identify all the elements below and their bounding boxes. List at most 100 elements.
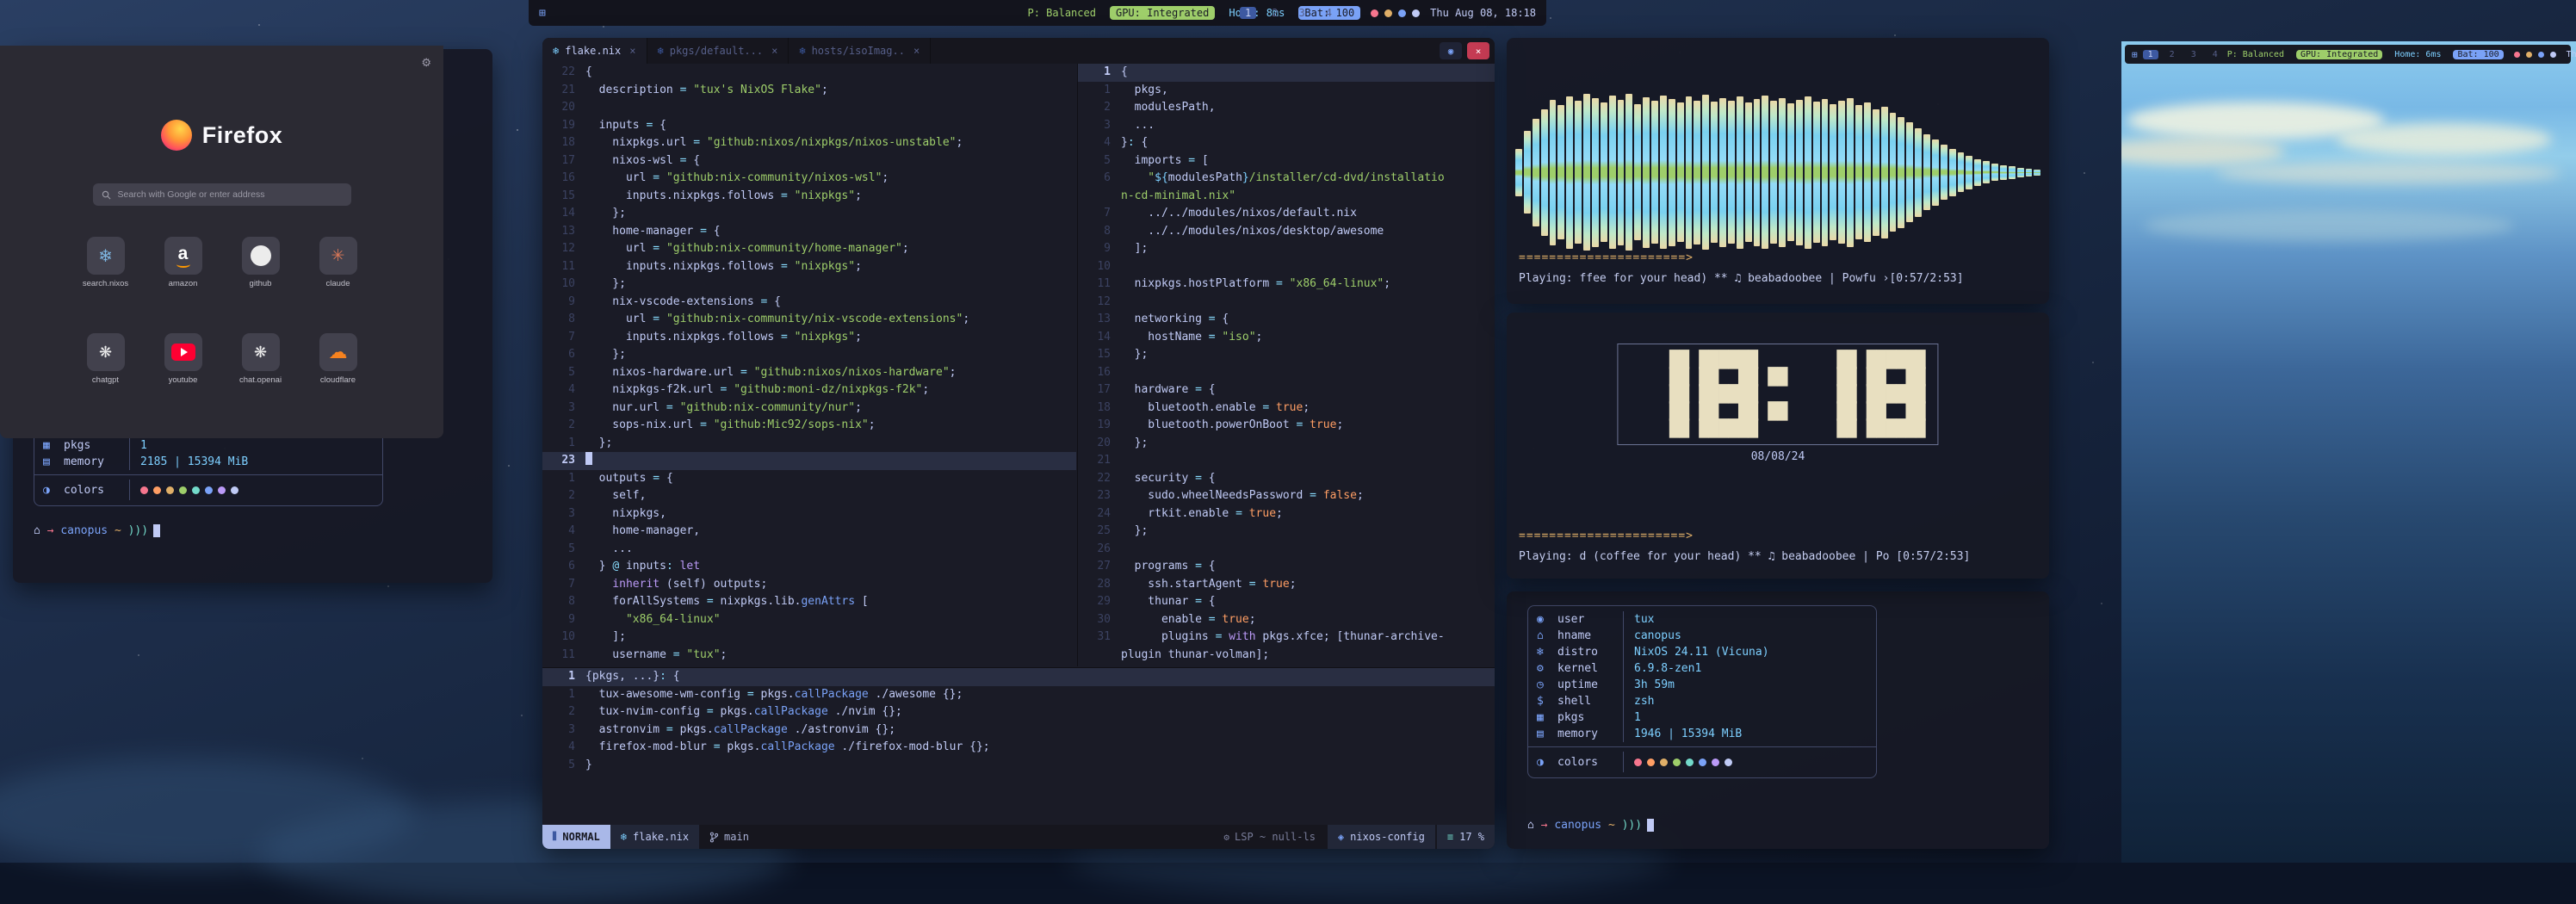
pkgs-icon: ▦ xyxy=(1537,709,1557,726)
token: "github:moni-dz/nixpkgs-f2k" xyxy=(734,383,922,396)
tray-icon[interactable] xyxy=(1371,9,1378,17)
editor-pane-flake-nix[interactable]: 22{21 description = "tux's NixOS Flake";… xyxy=(542,64,1076,666)
newtab-search-input[interactable]: Search with Google or enter address xyxy=(93,183,351,206)
tag-4[interactable]: 4 xyxy=(2208,50,2223,59)
tray-icon[interactable] xyxy=(2514,52,2520,58)
cloud-decoration xyxy=(2121,138,2285,165)
cava-bar xyxy=(1719,98,1726,247)
tag-2[interactable]: 2 xyxy=(1266,7,1283,19)
clock-widget[interactable]: Thu Aug 08, 18:18 xyxy=(2567,50,2576,59)
line-text: }; xyxy=(585,276,626,294)
shortcut-tile-chatgpt[interactable]: ❋chatgpt xyxy=(77,333,134,385)
line-number: 1 xyxy=(1078,64,1121,82)
line-number: 6 xyxy=(542,558,585,576)
tray-icon[interactable] xyxy=(1384,9,1392,17)
tag-3[interactable]: 3 xyxy=(1293,7,1310,19)
line-text: tux-awesome-wm-config = pkgs.callPackage… xyxy=(585,686,963,704)
token: ; xyxy=(869,418,876,431)
neovim-window[interactable]: ❄flake.nix×❄pkgs/default...×❄hosts/isoIm… xyxy=(542,38,1495,849)
terminal-cava-visualizer[interactable]: ======================> Playing: ffee fo… xyxy=(1507,38,2049,304)
line-text: sops-nix.url = "github:Mic92/sops-nix"; xyxy=(585,417,876,435)
shortcut-tile-amazon[interactable]: aamazon xyxy=(155,237,212,288)
tray-icon[interactable] xyxy=(1412,9,1420,17)
token: ; xyxy=(721,648,728,661)
token: = xyxy=(707,705,721,718)
cava-bar xyxy=(1745,102,1752,242)
line-number: 3 xyxy=(542,399,585,418)
shortcut-tile-youtube[interactable]: youtube xyxy=(155,333,212,385)
cava-bar xyxy=(1660,96,1667,249)
token: = xyxy=(781,260,795,273)
token: nixpkgs.url xyxy=(585,136,693,149)
tab-close-icon[interactable]: × xyxy=(771,45,777,57)
editor-tab[interactable]: ❄pkgs/default...× xyxy=(647,38,790,64)
tag-2[interactable]: 2 xyxy=(2164,50,2180,59)
token: { xyxy=(659,119,666,132)
tag-3[interactable]: 3 xyxy=(2186,50,2201,59)
cava-bar xyxy=(1762,96,1768,249)
editor-pane-pkgs-default[interactable]: 1{pkgs, ...}: {1 tux-awesome-wm-config =… xyxy=(542,667,1495,825)
terminal-fastfetch-bottom-right[interactable]: ◉usertux⌂hnamecanopus❄distroNixOS 24.11 … xyxy=(1507,591,2049,849)
line-number: 6 xyxy=(1078,170,1121,188)
menu-icon[interactable]: ⊞ xyxy=(2132,49,2138,60)
line-number: 22 xyxy=(1078,470,1121,488)
token: = xyxy=(1209,331,1223,344)
cava-bar xyxy=(1702,95,1709,250)
shortcut-tile-search-nixos[interactable]: ❄search.nixos xyxy=(77,237,134,288)
buffer-list-button[interactable]: ◉ xyxy=(1440,42,1462,59)
fastfetch-row: ▤memory2185 | 15394 MiB xyxy=(34,454,382,470)
line-number: 1 xyxy=(542,686,585,704)
firefox-window[interactable]: ← → ↻ Search with Google or enter addres… xyxy=(0,0,443,438)
shortcut-tile-claude[interactable]: ✳claude xyxy=(310,237,367,288)
shell-icon: $ xyxy=(1537,693,1557,709)
code-line: 30 enable = true; xyxy=(1078,611,1495,629)
tray-icon[interactable] xyxy=(1398,9,1406,17)
token: ~ xyxy=(115,524,128,537)
line-number: 16 xyxy=(1078,364,1121,382)
terminal-tty-clock[interactable]: ██ ██████ ██ ██████ ██ ██ ██ ██ ██ ██ ██… xyxy=(1507,313,2049,579)
tab-close-icon[interactable]: × xyxy=(629,45,635,57)
tag-1[interactable]: 1 xyxy=(2143,50,2158,59)
clock-widget[interactable]: Thu Aug 08, 18:18 xyxy=(1430,7,1536,19)
code-line: 17 nixos-wsl = { xyxy=(542,152,1076,170)
menu-icon[interactable]: ⊞ xyxy=(539,7,546,20)
token: = xyxy=(673,648,687,661)
color-dot xyxy=(1725,758,1732,766)
tray-icon[interactable] xyxy=(2538,52,2544,58)
code-line: 22 security = { xyxy=(1078,470,1495,488)
token: }; xyxy=(1121,437,1148,449)
tray-icon[interactable] xyxy=(2526,52,2532,58)
editor-tab[interactable]: ❄flake.nix× xyxy=(542,38,647,64)
shortcut-tile-github[interactable]: github xyxy=(232,237,289,288)
token: true xyxy=(1276,401,1303,414)
token: "nixpkgs" xyxy=(795,189,855,202)
tab-close-icon[interactable]: × xyxy=(913,45,920,57)
shell-prompt: ⌂ → canopus ~ ))) xyxy=(34,524,160,537)
token: username xyxy=(585,648,673,661)
buffer-close-button[interactable]: × xyxy=(1467,42,1489,59)
tag-1[interactable]: 1 xyxy=(1240,7,1256,19)
line-text: bluetooth.powerOnBoot = true; xyxy=(1121,417,1343,435)
cava-bar xyxy=(1906,122,1913,222)
shell-prompt: ⌂ → canopus ~ ))) xyxy=(1527,819,1654,832)
editor-pane-iso-image[interactable]: 1{1 pkgs,2 modulesPath,3 ...4}: {5 impor… xyxy=(1077,64,1495,666)
token: = xyxy=(693,136,707,149)
shortcut-tile-cloudflare[interactable]: ☁cloudflare xyxy=(310,333,367,385)
gear-icon[interactable]: ⚙ xyxy=(421,56,431,70)
line-number: 20 xyxy=(542,99,585,117)
tag-4[interactable]: 4 xyxy=(1321,7,1337,19)
code-line: n-cd-minimal.nix" xyxy=(1078,188,1495,206)
line-number: 9 xyxy=(542,294,585,312)
token: "nixpkgs" xyxy=(795,331,855,344)
shortcut-tile-chat-openai[interactable]: ❋chat.openai xyxy=(232,333,289,385)
line-number: 13 xyxy=(1078,311,1121,329)
tray-icon[interactable] xyxy=(2550,52,2556,58)
line-text: }; xyxy=(1121,523,1148,541)
token: ./nvim {}; xyxy=(828,705,902,718)
palette-icon: ◑ xyxy=(1537,754,1557,771)
editor-tab[interactable]: ❄hosts/isoImag..× xyxy=(789,38,931,64)
vim-mode-label: NORMAL xyxy=(562,831,599,843)
code-line: 11 nixpkgs.hostPlatform = "x86_64-linux"… xyxy=(1078,276,1495,294)
line-text: pkgs, xyxy=(1121,82,1168,100)
shortcut-tiles-grid: ❄search.nixos aamazon github ✳claude ❋chatgp… xyxy=(77,237,367,385)
